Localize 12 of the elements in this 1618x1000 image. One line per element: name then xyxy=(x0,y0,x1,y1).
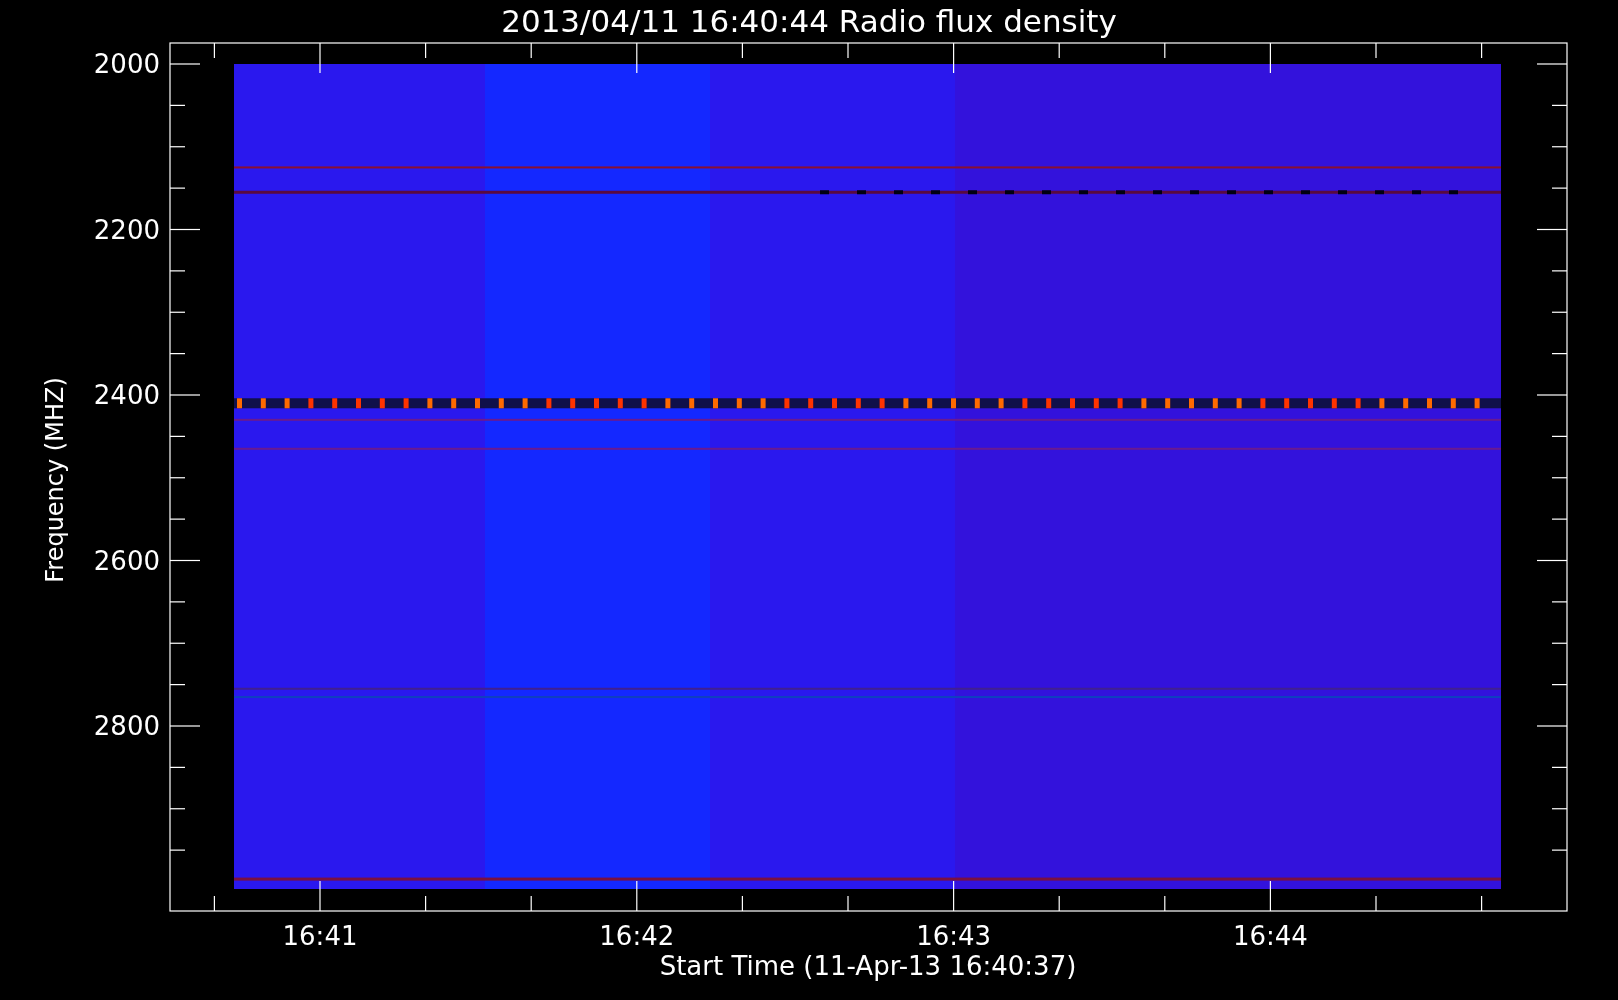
x-axis-title: Start Time (11-Apr-13 16:40:37) xyxy=(659,951,1077,981)
x-tick-label: 16:42 xyxy=(599,921,675,951)
y-axis-title: Frequency (MHZ) xyxy=(41,377,69,583)
x-tick-label: 16:43 xyxy=(916,921,992,951)
y-tick-label: 2400 xyxy=(93,380,160,410)
y-tick-label: 2000 xyxy=(93,49,160,79)
y-tick-label: 2800 xyxy=(93,711,160,741)
y-tick-label: 2600 xyxy=(93,545,160,576)
y-tick-label: 2200 xyxy=(93,214,160,245)
x-tick-label: 16:41 xyxy=(282,921,358,951)
chart-title: 2013/04/11 16:40:44 Radio flux density xyxy=(501,3,1117,39)
x-tick-label: 16:44 xyxy=(1232,921,1308,951)
